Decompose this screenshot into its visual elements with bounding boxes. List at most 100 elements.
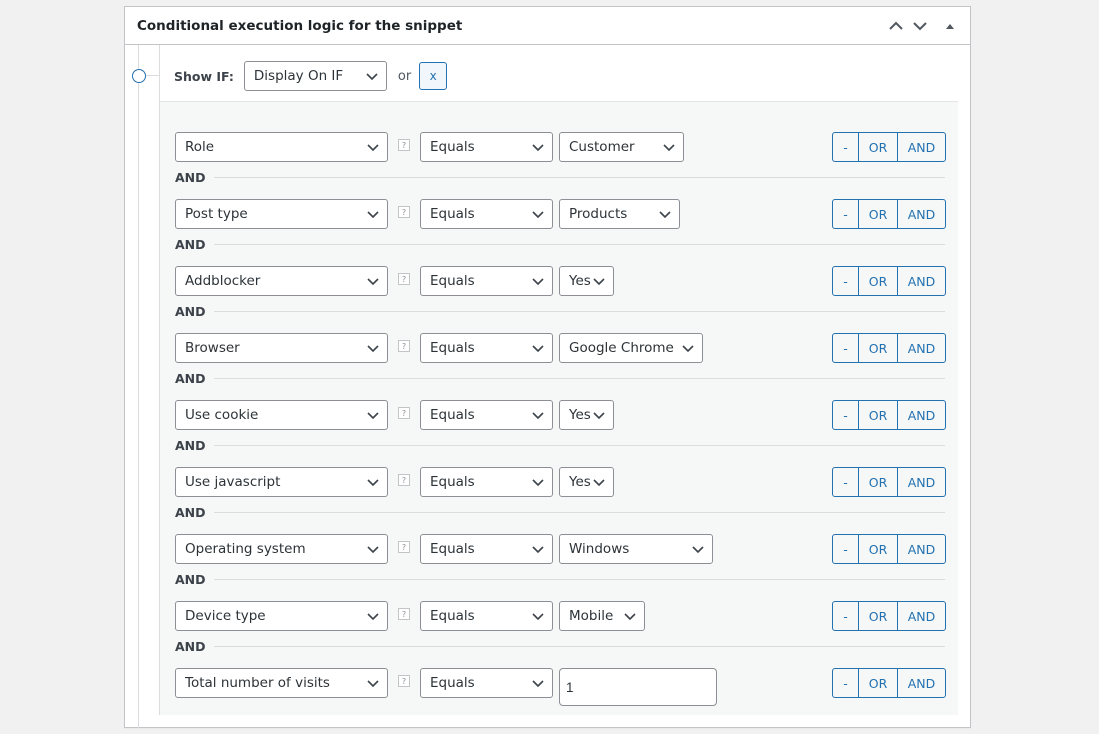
add-and-rule-button[interactable]: AND — [898, 334, 945, 362]
operator-select[interactable]: Equals — [420, 132, 553, 162]
condition-select[interactable]: Use javascript — [175, 467, 388, 497]
value-select[interactable]: Yes — [559, 467, 614, 497]
help-icon[interactable]: ? — [398, 608, 410, 620]
rule-row: Use javascript ? Equals Yes - OR AND — [175, 467, 946, 497]
operator-select[interactable]: Equals — [420, 333, 553, 363]
operator-select[interactable]: Equals — [420, 400, 553, 430]
add-or-rule-button[interactable]: OR — [859, 468, 898, 496]
operator-select[interactable]: Equals — [420, 266, 553, 296]
help-icon[interactable]: ? — [398, 541, 410, 553]
value-selected: Products — [569, 206, 628, 222]
rule-actions: - OR AND — [832, 199, 946, 229]
show-if-select[interactable]: Display On IF — [243, 61, 387, 91]
tree-line — [138, 45, 139, 728]
separator-line — [213, 177, 945, 178]
add-or-rule-button[interactable]: OR — [859, 133, 898, 161]
value-select[interactable]: Yes — [559, 400, 614, 430]
remove-rule-button[interactable]: - — [833, 334, 859, 362]
help-icon[interactable]: ? — [398, 474, 410, 486]
condition-select[interactable]: Device type — [175, 601, 388, 631]
value-select[interactable]: Windows — [559, 534, 713, 564]
separator-line — [213, 378, 945, 379]
add-and-rule-button[interactable]: AND — [898, 535, 945, 563]
value-input[interactable] — [559, 668, 717, 706]
move-up-button[interactable] — [884, 11, 908, 41]
tree-node-icon — [132, 69, 146, 83]
help-icon[interactable]: ? — [398, 340, 410, 352]
add-and-rule-button[interactable]: AND — [898, 468, 945, 496]
chevron-down-icon — [682, 345, 694, 353]
condition-select[interactable]: Operating system — [175, 534, 388, 564]
operator-select[interactable]: Equals — [420, 668, 553, 698]
help-icon[interactable]: ? — [398, 139, 410, 151]
value-select[interactable]: Google Chrome — [559, 333, 703, 363]
add-or-rule-button[interactable]: OR — [859, 669, 898, 697]
and-separator: AND — [175, 505, 945, 520]
add-or-rule-button[interactable]: OR — [859, 401, 898, 429]
remove-rule-button[interactable]: - — [833, 267, 859, 295]
operator-select[interactable]: Equals — [420, 601, 553, 631]
operator-select[interactable]: Equals — [420, 199, 553, 229]
chevron-down-icon — [367, 278, 379, 286]
value-select[interactable]: Mobile — [559, 601, 645, 631]
condition-value: Use cookie — [185, 407, 259, 423]
add-and-rule-button[interactable]: AND — [898, 602, 945, 630]
and-separator-label: AND — [175, 170, 206, 185]
help-glyph: ? — [401, 676, 407, 686]
panel-header: Conditional execution logic for the snip… — [125, 7, 970, 45]
remove-group-button[interactable]: x — [419, 62, 448, 90]
chevron-down-icon — [532, 345, 544, 353]
add-or-rule-button[interactable]: OR — [859, 200, 898, 228]
condition-value: Use javascript — [185, 474, 281, 490]
value-select[interactable]: Products — [559, 199, 680, 229]
and-separator-label: AND — [175, 639, 206, 654]
separator-line — [213, 311, 945, 312]
triangle-up-icon — [946, 23, 954, 29]
add-or-rule-button[interactable]: OR — [859, 602, 898, 630]
chevron-down-icon — [913, 21, 927, 30]
value-selected: Yes — [569, 407, 591, 423]
value-select[interactable]: Yes — [559, 266, 614, 296]
chevron-down-icon — [532, 211, 544, 219]
add-and-rule-button[interactable]: AND — [898, 401, 945, 429]
help-icon[interactable]: ? — [398, 675, 410, 687]
toggle-panel-button[interactable] — [938, 11, 962, 41]
help-glyph: ? — [401, 475, 407, 485]
value-selected: Yes — [569, 474, 591, 490]
remove-rule-button[interactable]: - — [833, 468, 859, 496]
value-select[interactable]: Customer — [559, 132, 684, 162]
condition-select[interactable]: Addblocker — [175, 266, 388, 296]
condition-select[interactable]: Use cookie — [175, 400, 388, 430]
condition-select[interactable]: Post type — [175, 199, 388, 229]
condition-select[interactable]: Role — [175, 132, 388, 162]
chevron-down-icon — [663, 144, 675, 152]
remove-rule-button[interactable]: - — [833, 401, 859, 429]
rule-row: Role ? Equals Customer - OR AND — [175, 132, 946, 162]
remove-rule-button[interactable]: - — [833, 200, 859, 228]
add-and-rule-button[interactable]: AND — [898, 200, 945, 228]
add-and-rule-button[interactable]: AND — [898, 133, 945, 161]
help-icon[interactable]: ? — [398, 407, 410, 419]
help-icon[interactable]: ? — [398, 206, 410, 218]
condition-select[interactable]: Browser — [175, 333, 388, 363]
remove-rule-button[interactable]: - — [833, 602, 859, 630]
add-or-rule-button[interactable]: OR — [859, 334, 898, 362]
help-icon[interactable]: ? — [398, 273, 410, 285]
and-separator: AND — [175, 304, 945, 319]
remove-rule-button[interactable]: - — [833, 133, 859, 161]
and-separator: AND — [175, 438, 945, 453]
chevron-down-icon — [367, 412, 379, 420]
add-or-rule-button[interactable]: OR — [859, 267, 898, 295]
add-or-rule-button[interactable]: OR — [859, 535, 898, 563]
operator-select[interactable]: Equals — [420, 534, 553, 564]
conditional-logic-panel: Conditional execution logic for the snip… — [124, 6, 971, 728]
move-down-button[interactable] — [908, 11, 932, 41]
condition-select[interactable]: Total number of visits — [175, 668, 388, 698]
remove-rule-button[interactable]: - — [833, 535, 859, 563]
add-and-rule-button[interactable]: AND — [898, 669, 945, 697]
remove-rule-button[interactable]: - — [833, 669, 859, 697]
help-glyph: ? — [401, 408, 407, 418]
operator-select[interactable]: Equals — [420, 467, 553, 497]
add-and-rule-button[interactable]: AND — [898, 267, 945, 295]
or-label: or — [397, 68, 412, 84]
